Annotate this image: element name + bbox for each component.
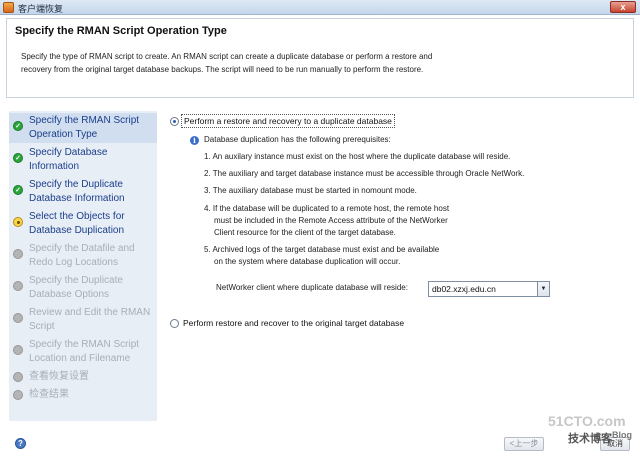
step-script-location: Specify the RMAN Script Location and Fil… [9, 337, 157, 367]
networker-client-label: NetWorker client where duplicate databas… [216, 283, 408, 292]
step-review-script: Review and Edit the RMAN Script [9, 305, 157, 335]
pending-step-icon [13, 281, 23, 291]
close-button[interactable]: x [610, 1, 636, 13]
check-icon: ✓ [13, 121, 23, 131]
watermark-logo: 51CTO.com 技术博客 Blog [548, 413, 632, 445]
step-view-restore-settings: 查看恢复设置 [9, 369, 157, 385]
page-description: Specify the type of RMAN script to creat… [21, 50, 501, 76]
step-operation-type[interactable]: ✓ Specify the RMAN Script Operation Type [9, 113, 157, 143]
help-icon[interactable]: ? [15, 438, 26, 449]
header-panel: Specify the RMAN Script Operation Type S… [6, 18, 634, 98]
radio-duplicate-database[interactable] [170, 117, 179, 126]
networker-client-select[interactable]: db02.xzxj.edu.cn ▼ [428, 281, 550, 297]
main-content: Perform a restore and recovery to a dupl… [160, 111, 630, 421]
info-icon: i [190, 136, 199, 145]
pending-step-icon [13, 390, 23, 400]
option-duplicate-database[interactable]: Perform a restore and recovery to a dupl… [181, 114, 395, 128]
prerequisite-item: 5. Archived logs of the target database … [204, 245, 440, 266]
pending-step-icon [13, 249, 23, 259]
description-line-2: recovery from the original target databa… [21, 65, 424, 74]
prerequisite-item: 2. The auxiliary and target database ins… [204, 169, 525, 178]
page-title: Specify the RMAN Script Operation Type [15, 25, 227, 37]
step-check-results: 检查结果 [9, 387, 157, 403]
option-original-label[interactable]: Perform restore and recover to the origi… [183, 318, 404, 328]
step-datafile-locations: Specify the Datafile and Redo Log Locati… [9, 241, 157, 271]
radio-original-database[interactable] [170, 319, 179, 328]
prerequisite-item: 1. An auxilary instance must exist on th… [204, 152, 511, 161]
chevron-down-icon[interactable]: ▼ [537, 282, 549, 296]
description-line-1: Specify the type of RMAN script to creat… [21, 52, 433, 61]
step-duplicate-database-information[interactable]: ✓ Specify the Duplicate Database Informa… [9, 177, 157, 207]
check-icon: ✓ [13, 153, 23, 163]
prerequisites-heading: Database duplication has the following p… [204, 135, 391, 144]
option-duplicate-label: Perform a restore and recovery to a dupl… [184, 116, 392, 126]
networker-client-value: db02.xzxj.edu.cn [432, 284, 496, 294]
window-title: 客户端恢复 [18, 4, 64, 14]
prerequisite-item: 4. If the database will be duplicated to… [204, 204, 450, 237]
prerequisite-item: 3. The auxiliary database must be starte… [204, 186, 417, 195]
app-icon [3, 2, 14, 13]
pending-step-icon [13, 345, 23, 355]
step-database-information[interactable]: ✓ Specify Database Information [9, 145, 157, 175]
pending-step-icon [13, 372, 23, 382]
pending-step-icon [13, 313, 23, 323]
back-button[interactable]: <上一步 [504, 437, 544, 451]
check-icon: ✓ [13, 185, 23, 195]
wizard-steps-panel: ✓ Specify the RMAN Script Operation Type… [9, 111, 157, 421]
step-duplicate-options: Specify the Duplicate Database Options [9, 273, 157, 303]
title-bar: 客户端恢复 x [0, 0, 640, 15]
step-select-objects[interactable]: Select the Objects for Database Duplicat… [9, 209, 157, 239]
current-step-icon [13, 217, 23, 227]
